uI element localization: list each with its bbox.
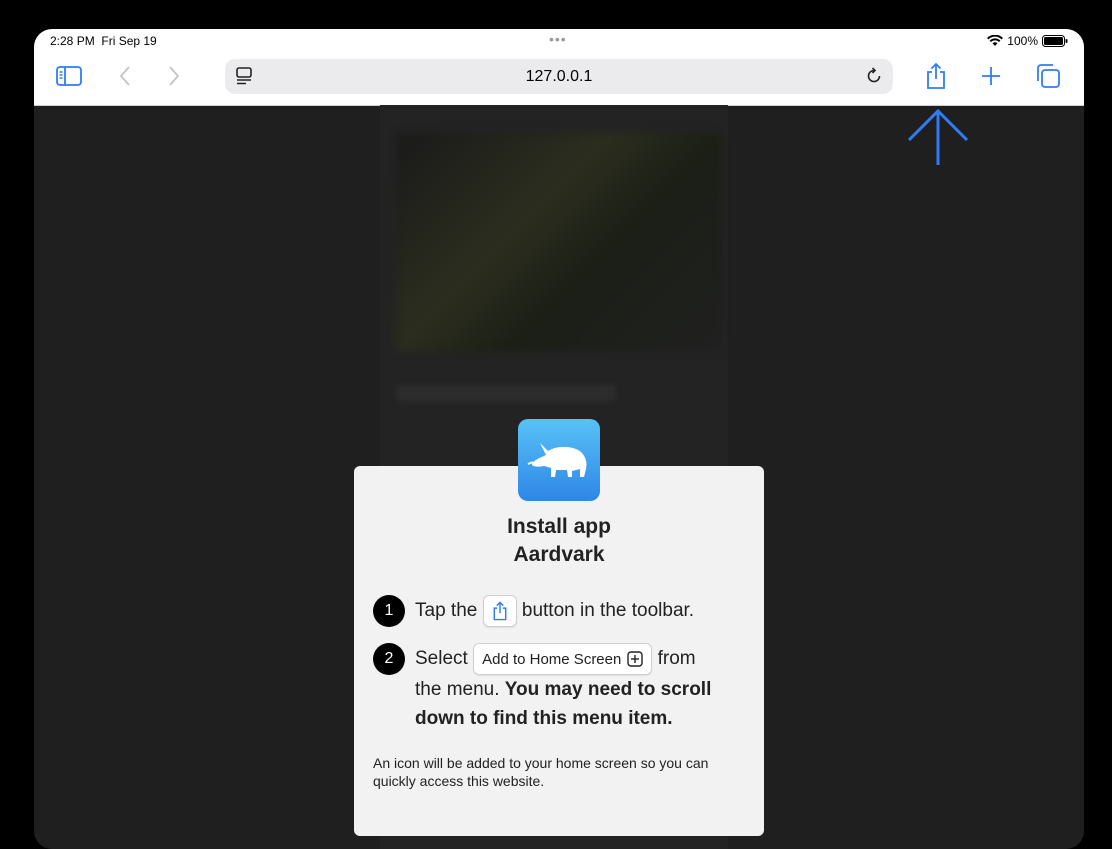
share-icon [493, 601, 507, 621]
sidebar-icon[interactable] [55, 63, 83, 89]
address-bar[interactable]: 127.0.0.1 [225, 59, 893, 94]
step-number: 1 [373, 595, 405, 627]
add-to-home-screen-chip: Add to Home Screen [473, 643, 653, 675]
share-icon[interactable] [922, 62, 950, 89]
arrow-up-icon [907, 108, 969, 165]
multitasking-dots[interactable]: ••• [549, 31, 567, 47]
new-tab-icon[interactable] [977, 63, 1005, 89]
step-2-line2: the menu. [415, 679, 500, 700]
step-number: 2 [373, 643, 405, 675]
ipad-screen: 2:28 PM Fri Sep 19 ••• 100% 127.0.0.1 In… [34, 29, 1084, 849]
step-2-suffix: from [657, 648, 696, 670]
dialog-footnote: An icon will be added to your home scree… [373, 755, 709, 789]
url-text: 127.0.0.1 [525, 68, 593, 85]
safari-toolbar: 2:28 PM Fri Sep 19 ••• 100% 127.0.0.1 [34, 29, 1084, 106]
step-1: 1 Tap the button in the toolbar. [373, 595, 694, 627]
share-button-chip [482, 595, 517, 627]
step-1-prefix: Tap the [415, 600, 478, 622]
battery-icon [1042, 35, 1068, 47]
step-2-prefix: Select [415, 648, 468, 670]
battery-percent: 100% [1007, 34, 1038, 48]
forward-icon[interactable] [160, 63, 188, 89]
status-indicators: 100% [987, 34, 1068, 48]
step-2: 2 Select Add to Home Screen from the men… [373, 643, 735, 733]
reload-icon[interactable] [865, 67, 883, 90]
app-name: Aardvark [513, 543, 605, 566]
tabs-icon[interactable] [1034, 63, 1062, 89]
plus-square-icon [627, 651, 644, 667]
status-clock: 2:28 PM Fri Sep 19 [50, 34, 157, 48]
dialog-title: Install app [507, 515, 611, 538]
page-heading-blurred [396, 385, 616, 401]
aardvark-app-icon [518, 419, 600, 501]
step-1-suffix: button in the toolbar. [521, 600, 695, 622]
wifi-icon [987, 35, 1004, 46]
back-icon[interactable] [111, 63, 139, 89]
page-image-blurred [396, 133, 722, 351]
